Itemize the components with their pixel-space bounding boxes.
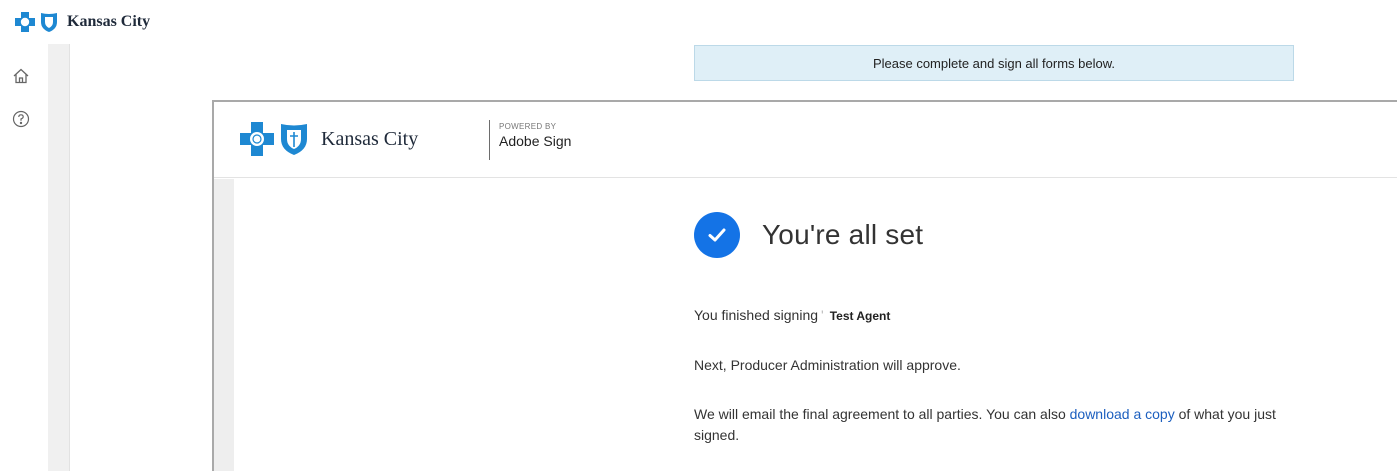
brand-logo[interactable]: Kansas City [14,11,150,33]
confirmation-heading: You're all set [694,212,923,258]
email-info-text: We will email the final agreement to all… [694,404,1294,446]
email-text-before: We will email the final agreement to all… [694,406,1066,422]
bcbs-logo-icon [15,12,57,32]
left-nav-rail [0,44,48,471]
frame-side-strip [214,179,234,471]
bcbs-logo-icon [240,122,307,156]
confirmation-title: You're all set [762,219,924,250]
separator-mark: ' [821,307,824,323]
download-copy-link[interactable]: download a copy [1070,406,1175,422]
top-bar: Kansas City [0,0,1397,44]
header-divider [489,120,490,160]
frame-header: Kansas City POWERED BY Adobe Sign [214,102,1397,178]
help-circle-icon[interactable] [10,108,32,130]
brand-name: Kansas City [67,13,151,30]
adobe-sign-frame: Kansas City POWERED BY Adobe Sign You're… [212,100,1397,471]
rail-divider-strip [48,44,70,471]
banner-text: Please complete and sign all forms below… [872,55,1116,71]
instruction-banner: Please complete and sign all forms below… [694,45,1294,81]
frame-brand-name: Kansas City [321,127,419,150]
home-icon[interactable] [10,65,32,87]
checkmark-icon [694,212,740,258]
adobe-sign-label: Adobe Sign [499,133,572,149]
finished-prefix: You finished signing [694,307,819,323]
powered-by-label: POWERED BY [499,122,557,131]
frame-brand-logo: Kansas City [239,121,418,157]
finished-signing-text: You finished signing ' Test Agent [694,307,890,323]
powered-by-adobe-sign: POWERED BY Adobe Sign [499,122,571,149]
document-name: Test Agent [829,309,891,323]
next-step-text: Next, Producer Administration will appro… [694,357,961,373]
